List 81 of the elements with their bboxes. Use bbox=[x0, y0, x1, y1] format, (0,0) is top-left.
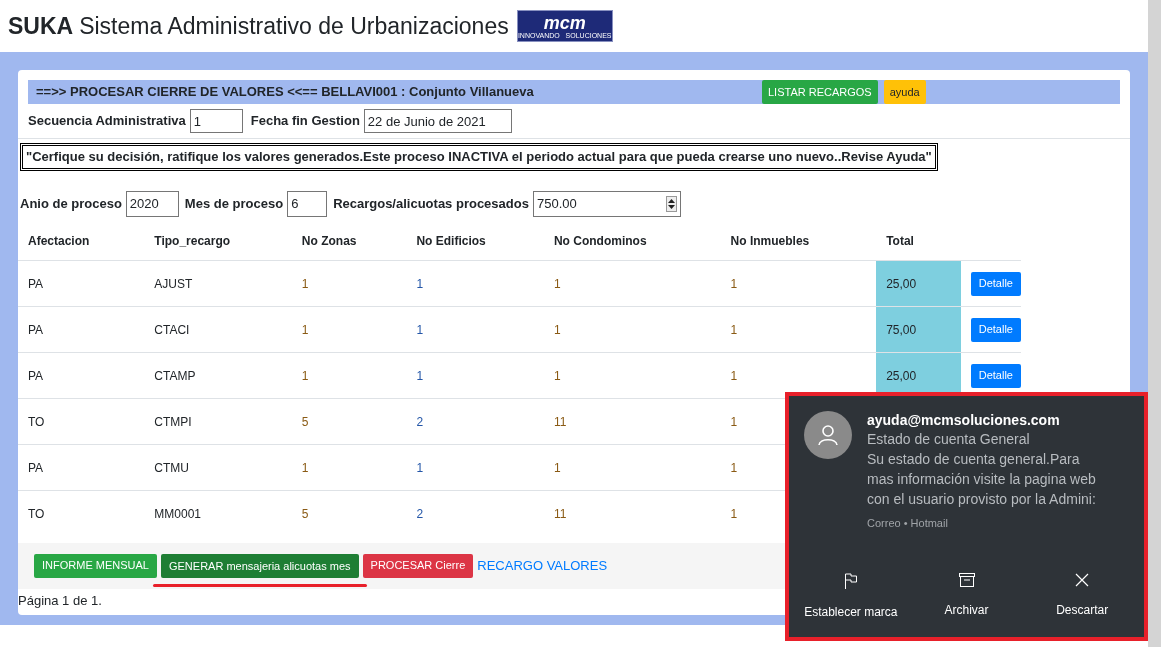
archive-icon bbox=[958, 573, 975, 587]
cell-text: 1 bbox=[553, 460, 561, 475]
detail-button[interactable]: Detalle bbox=[970, 271, 1021, 296]
brand-name: SUKA bbox=[8, 11, 74, 41]
source-text: Correo • Hotmail bbox=[867, 516, 949, 531]
app-title: Sistema Administrativo de Urbanizaciones bbox=[79, 11, 509, 41]
number-field[interactable]: 750.00 bbox=[532, 190, 681, 217]
field-label: Anio de proceso bbox=[20, 194, 122, 213]
cell-text: 1 bbox=[730, 506, 738, 521]
column-header: No Edificios bbox=[406, 222, 544, 261]
cell-text: 1 bbox=[730, 276, 738, 291]
total-text: 25,00 bbox=[886, 276, 917, 291]
sender-text: ayuda@mcmsoluciones.com bbox=[867, 411, 1061, 429]
cell-text: AJUST bbox=[154, 276, 193, 291]
avatar-icon bbox=[804, 411, 852, 459]
cell-text: PA bbox=[28, 460, 44, 475]
cell-text: 1 bbox=[416, 368, 424, 383]
heading-text: ==>> PROCESAR CIERRE DE VALORES <<== BELLAVI001 : Conjunto Villanueva bbox=[36, 83, 534, 102]
cell-text: 1 bbox=[553, 368, 561, 383]
column-header: Total bbox=[876, 222, 961, 261]
cell-text: 5 bbox=[301, 506, 309, 521]
field-label: Secuencia Administrativa bbox=[28, 112, 186, 131]
cell-text: TO bbox=[28, 414, 45, 429]
cell-text: 5 bbox=[301, 414, 309, 429]
column-header: Tipo_recargo bbox=[144, 222, 292, 261]
pager-text: Página 1 de 1. bbox=[18, 591, 102, 610]
cell-text: 1 bbox=[553, 322, 561, 337]
cell-text: 1 bbox=[416, 460, 424, 475]
cell-text: CTAMP bbox=[154, 368, 196, 383]
column-header: Afectacion bbox=[18, 222, 145, 261]
input-field[interactable]: 1 bbox=[189, 109, 243, 133]
cell-text: MM0001 bbox=[154, 506, 201, 521]
close-icon bbox=[1075, 573, 1090, 587]
subject-text: Estado de cuenta General bbox=[867, 430, 1031, 449]
cell-text: 1 bbox=[730, 322, 738, 337]
input-field[interactable]: 2020 bbox=[125, 190, 179, 217]
cell-text: CTMPI bbox=[154, 414, 192, 429]
flag-icon bbox=[843, 573, 858, 589]
cell-text: 1 bbox=[301, 322, 309, 337]
detail-button[interactable]: Detalle bbox=[970, 363, 1021, 388]
cell-text: 1 bbox=[301, 368, 309, 383]
cell-text: 11 bbox=[553, 414, 567, 429]
field-label: Mes de proceso bbox=[184, 194, 284, 213]
action-button[interactable]: GENERAR mensajeria alicuotas mes bbox=[160, 554, 359, 579]
cell-text: 1 bbox=[301, 276, 309, 291]
archive-button[interactable]: Archivar bbox=[908, 573, 1025, 621]
cell-text: 1 bbox=[553, 276, 561, 291]
cell-text: 1 bbox=[301, 460, 309, 475]
cell-text: 2 bbox=[416, 414, 424, 429]
column-header: No Zonas bbox=[291, 222, 407, 261]
field-label: Fecha fin Gestion bbox=[250, 112, 360, 131]
detail-button[interactable]: Detalle bbox=[970, 317, 1021, 342]
column-header: No Inmuebles bbox=[720, 222, 877, 261]
cell-text: PA bbox=[28, 276, 44, 291]
cell-text: 1 bbox=[416, 276, 424, 291]
message-text: Su estado de cuenta general.Para mas información visite la pagina web con el usuario provisto por la Admini: bbox=[867, 450, 1097, 509]
spinner-icon bbox=[665, 195, 677, 212]
help-button[interactable]: ayuda bbox=[883, 80, 926, 104]
flag-button[interactable]: Establecer marca bbox=[793, 573, 909, 621]
cell-text: CTACI bbox=[154, 322, 190, 337]
cell-text: 1 bbox=[730, 368, 738, 383]
cell-text: PA bbox=[28, 368, 44, 383]
input-field[interactable]: 6 bbox=[287, 190, 328, 217]
action-button[interactable]: PROCESAR Cierre bbox=[362, 553, 474, 578]
cell-text: 1 bbox=[730, 460, 738, 475]
recargo-link[interactable]: RECARGO VALORES bbox=[477, 555, 608, 576]
scrollbar[interactable] bbox=[1148, 0, 1161, 647]
total-text: 75,00 bbox=[886, 322, 917, 337]
cell-text: 1 bbox=[730, 414, 738, 429]
close-button[interactable]: Descartar bbox=[1024, 573, 1140, 621]
cell-text: 2 bbox=[416, 506, 424, 521]
cell-text: PA bbox=[28, 322, 44, 337]
notice-text: "Cerfique su decisión, ratifique los valores generados.Este proceso INACTIVA el periodo actual para que pueda crearse uno nuevo..Revise Ayuda" bbox=[20, 143, 938, 171]
input-field[interactable]: 22 de Junio de 2021 bbox=[363, 109, 512, 133]
field-label: Recargos/alicuotas procesados bbox=[333, 194, 529, 213]
cell-text: 11 bbox=[553, 506, 567, 521]
cell-text: CTMU bbox=[154, 460, 189, 475]
cell-text: 1 bbox=[416, 322, 424, 337]
total-text: 25,00 bbox=[886, 368, 917, 383]
cell-text: TO bbox=[28, 506, 45, 521]
column-header: No Condominos bbox=[543, 222, 721, 261]
